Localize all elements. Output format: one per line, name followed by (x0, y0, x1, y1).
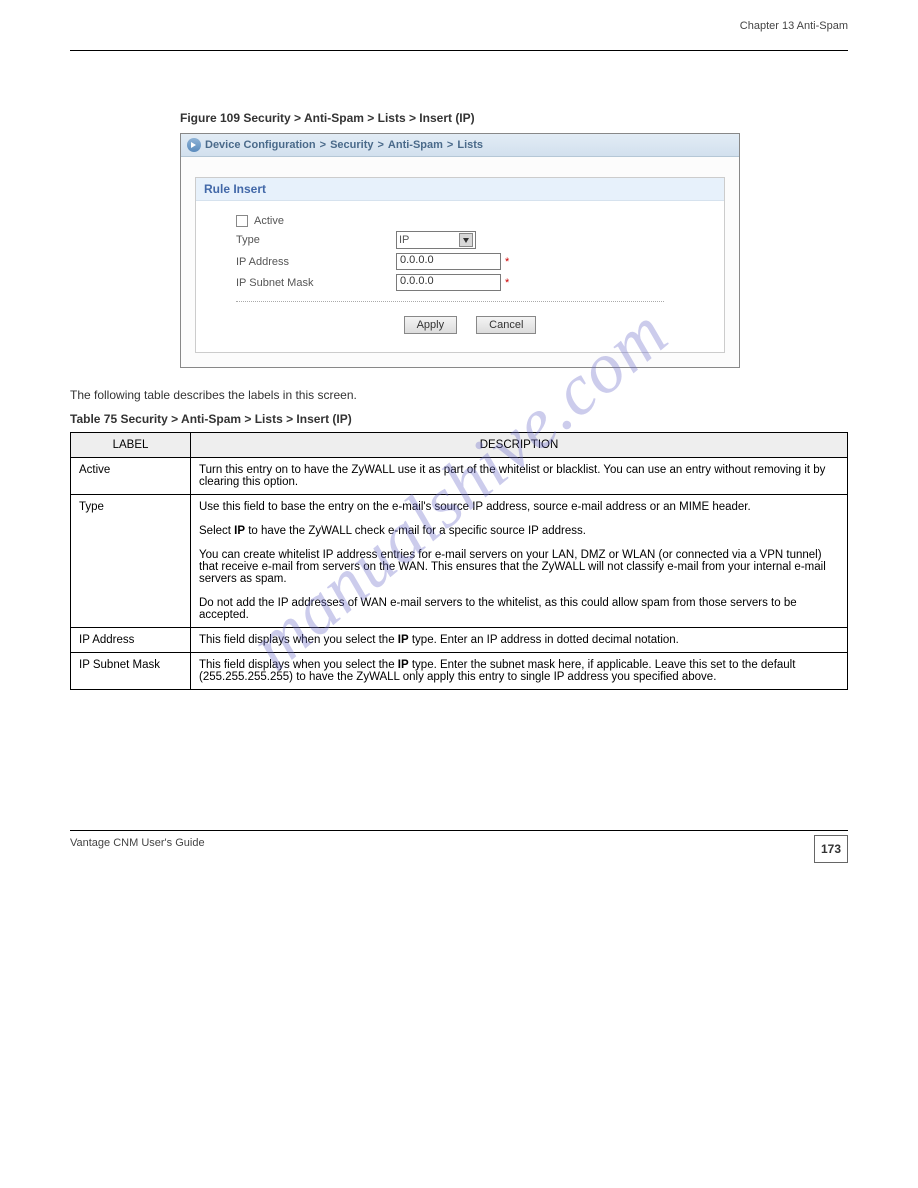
breadcrumb: Device Configuration > Security > Anti-S… (181, 134, 739, 157)
rule-insert-panel: Rule Insert Active Type IP IP Ad (195, 177, 725, 353)
header-chapter: Chapter 13 Anti-Spam (740, 20, 848, 32)
page-number: 173 (814, 835, 848, 863)
cell-description: This field displays when you select the … (191, 653, 848, 690)
cell-label: Type (71, 495, 191, 628)
cell-label: IP Address (71, 628, 191, 653)
table-row: IP AddressThis field displays when you s… (71, 628, 848, 653)
ip-address-input[interactable]: 0.0.0.0 (396, 253, 501, 270)
page-footer: Vantage CNM User's Guide 173 (70, 830, 848, 863)
breadcrumb-sep: > (320, 139, 326, 151)
cell-label: Active (71, 458, 191, 495)
type-select-value: IP (399, 234, 409, 246)
table-caption: Table 75 Security > Anti-Spam > Lists > … (70, 412, 848, 426)
breadcrumb-part: Device Configuration (205, 139, 316, 151)
cell-description: Turn this entry on to have the ZyWALL us… (191, 458, 848, 495)
active-checkbox[interactable] (236, 215, 248, 227)
table-row: TypeUse this field to base the entry on … (71, 495, 848, 628)
separator (236, 301, 664, 302)
description-table: LABEL DESCRIPTION ActiveTurn this entry … (70, 432, 848, 690)
intro-paragraph: The following table describes the labels… (70, 388, 848, 402)
cancel-button[interactable]: Cancel (476, 316, 536, 334)
breadcrumb-sep: > (447, 139, 453, 151)
chevron-down-icon[interactable] (459, 233, 473, 247)
ip-address-label: IP Address (236, 256, 396, 268)
cell-description: This field displays when you select the … (191, 628, 848, 653)
footer-title: Vantage CNM User's Guide (70, 837, 205, 849)
required-marker: * (505, 277, 509, 289)
breadcrumb-part: Lists (457, 139, 483, 151)
cell-label: IP Subnet Mask (71, 653, 191, 690)
header-rule (70, 50, 848, 51)
embedded-screenshot: Device Configuration > Security > Anti-S… (180, 133, 740, 368)
breadcrumb-part: Security (330, 139, 373, 151)
th-description: DESCRIPTION (191, 433, 848, 458)
ip-subnet-mask-input[interactable]: 0.0.0.0 (396, 274, 501, 291)
breadcrumb-sep: > (377, 139, 383, 151)
panel-title: Rule Insert (196, 178, 724, 201)
active-label: Active (254, 215, 284, 227)
type-label: Type (236, 234, 396, 246)
table-row: ActiveTurn this entry on to have the ZyW… (71, 458, 848, 495)
cell-description: Use this field to base the entry on the … (191, 495, 848, 628)
th-label: LABEL (71, 433, 191, 458)
required-marker: * (505, 256, 509, 268)
breadcrumb-part: Anti-Spam (388, 139, 443, 151)
ip-subnet-mask-label: IP Subnet Mask (236, 277, 396, 289)
figure-caption: Figure 109 Security > Anti-Spam > Lists … (180, 111, 848, 125)
apply-button[interactable]: Apply (404, 316, 458, 334)
table-row: IP Subnet MaskThis field displays when y… (71, 653, 848, 690)
breadcrumb-icon (187, 138, 201, 152)
type-select[interactable]: IP (396, 231, 476, 249)
